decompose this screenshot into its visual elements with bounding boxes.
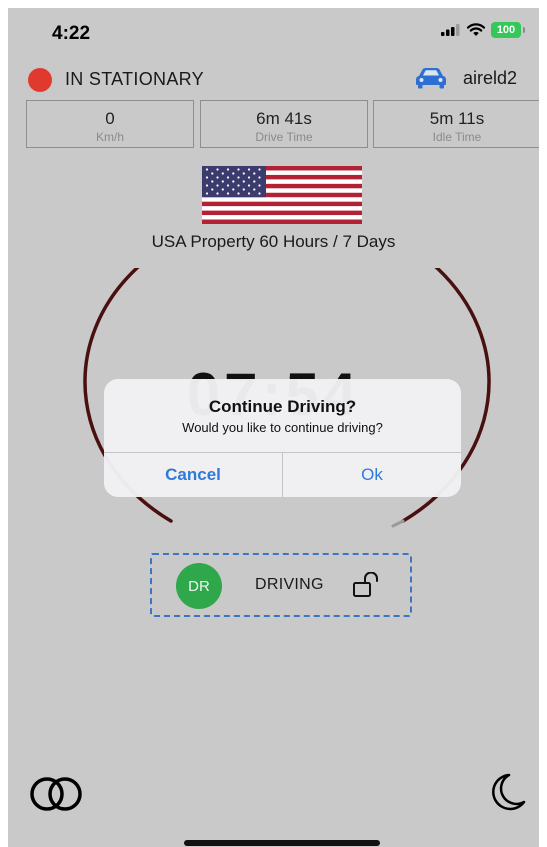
battery-indicator: 100 (491, 22, 525, 38)
continue-driving-dialog: Continue Driving? Would you like to cont… (104, 379, 461, 497)
speed-label: Km/h (95, 130, 124, 144)
unlock-icon[interactable] (352, 572, 382, 598)
duty-status-label: DRIVING (255, 576, 324, 593)
status-icons: 100 (441, 22, 525, 38)
overlap-circles-icon[interactable] (28, 776, 86, 812)
status-bar: 4:22 100 (8, 8, 539, 58)
hos-rule-label: USA Property 60 Hours / 7 Days (151, 232, 396, 251)
vehicle-state: IN STATIONARY (65, 69, 204, 89)
dialog-message: Would you like to continue driving? (182, 420, 383, 435)
drive-time-stat: 6m 41s Drive Time (200, 100, 368, 148)
idle-time-value: 5m 11s (429, 109, 485, 128)
vehicle-name: aireld2 (462, 67, 517, 88)
status-time: 4:22 (52, 23, 91, 44)
app-screen: 4:22 100 IN STATIONARY aireld2 0 Km/h 6m… (8, 8, 539, 847)
signal-icon (441, 24, 460, 36)
status-dot (28, 68, 52, 92)
wifi-icon (467, 23, 485, 36)
idle-time-stat: 5m 11s Idle Time (373, 100, 539, 148)
dialog-title: Continue Driving? (208, 397, 357, 416)
drive-time-value: 6m 41s (256, 109, 312, 128)
cancel-button[interactable]: Cancel (104, 453, 282, 497)
usa-flag-icon (202, 166, 362, 224)
vehicle-status-row: IN STATIONARY aireld2 (28, 66, 539, 96)
drive-time-label: Drive Time (255, 130, 313, 144)
moon-icon[interactable] (490, 772, 526, 812)
home-indicator (184, 840, 380, 846)
stats-row: 0 Km/h 6m 41s Drive Time 5m 11s Idle Tim… (26, 100, 539, 150)
vehicle-selector[interactable]: aireld2 (413, 66, 517, 90)
duty-status-avatar: DR (176, 563, 222, 609)
car-icon (415, 68, 446, 89)
speed-stat: 0 Km/h (26, 100, 194, 148)
ok-button[interactable]: Ok (283, 453, 461, 497)
duty-status-selector[interactable]: DR DRIVING (150, 553, 412, 617)
idle-time-label: Idle Time (432, 130, 482, 144)
speed-value: 0 (105, 109, 115, 128)
